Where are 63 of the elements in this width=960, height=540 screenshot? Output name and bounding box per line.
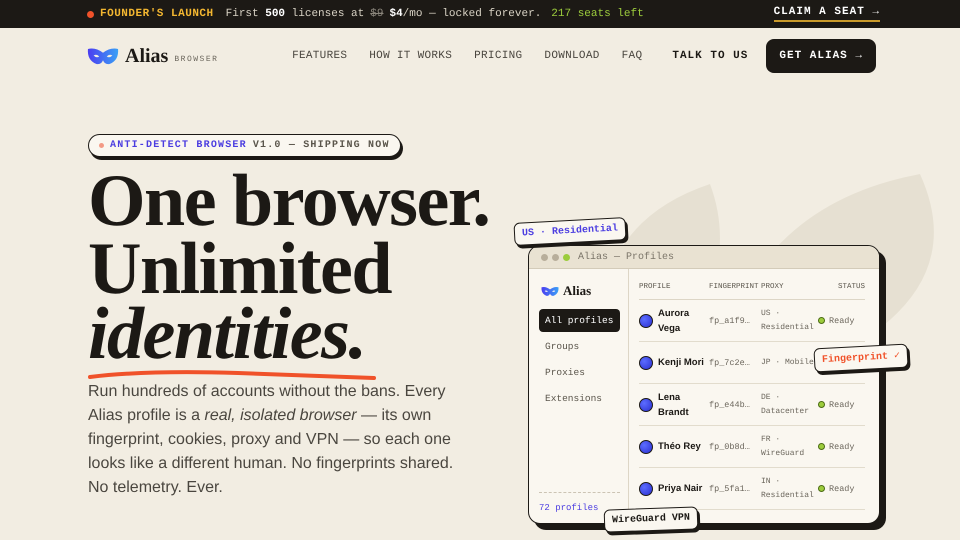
nav-link[interactable]: PRICING: [474, 50, 522, 62]
nav-link[interactable]: DOWNLOAD: [544, 50, 600, 62]
profile-name: Kenji Mori: [658, 356, 704, 370]
sidebar-item[interactable]: Proxies: [539, 361, 620, 384]
app-brand-name: Alias: [563, 283, 592, 299]
hero-description: Run hundreds of accounts without the bans. Every Alias profile is a real, isolated browser — its own fingerprint, cookies, proxy and VPN — so each one looks like a different human. No fingerprints shared. No telemetry. Ever.: [88, 382, 454, 498]
launch-label: FOUNDER'S LAUNCH: [100, 8, 214, 20]
brand-name: Alias: [125, 44, 168, 68]
old-price: $9: [370, 8, 384, 20]
window-title: Alias — Profiles: [578, 252, 674, 262]
nav-link[interactable]: FAQ: [622, 50, 642, 62]
status-label: Ready: [829, 316, 855, 326]
avatar-icon: [639, 398, 653, 412]
status-dot-icon: [818, 401, 825, 408]
status-label: Ready: [829, 442, 855, 452]
headline-line: One browser.: [88, 167, 490, 235]
pill-text: V1.0 — SHIPPING NOW: [252, 140, 390, 151]
proxy-cell-text: JP · Mobile: [761, 356, 815, 368]
status-dot-icon: [818, 317, 825, 324]
proxy-cell-text: US · Residential: [761, 308, 815, 334]
brand-tagline: BROWSER: [174, 54, 218, 64]
profile-name: Priya Nair: [658, 482, 702, 496]
fingerprint-cell-text: fp_e44b…: [709, 400, 751, 410]
headline-line: Unlimited: [88, 235, 393, 303]
mask-logo-icon: [87, 46, 119, 66]
fingerprint-cell-text: fp_7c2e…: [709, 358, 751, 368]
floating-tag: WireGuard VPN: [604, 506, 698, 533]
sidebar-item[interactable]: Extensions: [539, 387, 620, 410]
pill-highlight: ANTI-DETECT BROWSER: [110, 140, 247, 151]
offer-price: $4/mo — locked forever.: [389, 8, 542, 20]
offer-text: First 500 licenses at: [226, 8, 364, 20]
headline-italic: identities.: [88, 303, 366, 365]
status-label: Ready: [829, 400, 855, 410]
mask-logo-icon: [541, 286, 559, 296]
fingerprint-cell-text: fp_a1f9…: [709, 316, 751, 326]
dot-icon: [99, 143, 104, 148]
seats-left: 217 seats left: [551, 8, 644, 20]
nav-link[interactable]: FEATURES: [292, 50, 348, 62]
fingerprint-cell-text: fp_5fa1…: [709, 484, 751, 494]
floating-tag: Fingerprint ✓: [813, 344, 909, 372]
fingerprint-cell-text: fp_0b8d…: [709, 442, 751, 452]
talk-to-us-link[interactable]: TALK TO US: [672, 50, 748, 62]
status-label: Ready: [829, 484, 855, 494]
profile-name: Lena Brandt: [658, 390, 690, 420]
proxy-cell-text: IN · Residential: [761, 476, 815, 502]
sidebar-item[interactable]: Groups: [539, 335, 620, 358]
claim-seat-link[interactable]: CLAIM A SEAT →: [774, 6, 880, 22]
floating-tag: US · Residential: [513, 217, 627, 246]
get-alias-button[interactable]: GET ALIAS →: [766, 39, 876, 73]
profile-name: Théo Rey: [658, 440, 701, 454]
avatar-icon: [639, 482, 653, 496]
proxy-cell-text: DE · Datacenter: [761, 392, 810, 418]
window-controls-icon: [541, 254, 570, 260]
avatar-icon: [639, 356, 653, 370]
proxy-cell-text: FR · WireGuard: [761, 434, 806, 460]
nav-link[interactable]: HOW IT WORKS: [369, 50, 452, 62]
avatar-icon: [639, 314, 653, 328]
profile-name: Aurora Vega: [658, 306, 690, 336]
avatar-icon: [639, 440, 653, 454]
sidebar-item[interactable]: All profiles: [539, 309, 620, 332]
status-dot-icon: [87, 10, 94, 18]
status-dot-icon: [818, 485, 825, 492]
status-dot-icon: [818, 443, 825, 450]
